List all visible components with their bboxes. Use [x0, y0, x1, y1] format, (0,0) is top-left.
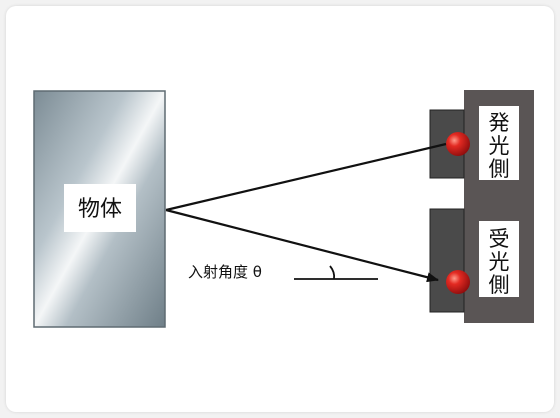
emitter-led-icon: [446, 132, 470, 156]
receiver-label-char: 光: [489, 250, 510, 274]
sensor-diagram: 物体 発 光 側 受 光 側 入射角度 θ: [33, 90, 534, 328]
sensor-unit: 発 光 側 受 光 側: [429, 90, 534, 323]
receiver-body: [429, 208, 465, 313]
emitter-label-char: 側: [489, 157, 510, 181]
emitted-ray: [165, 142, 447, 212]
angle-label: 入射角度 θ: [188, 263, 262, 281]
emitter-label-char: 光: [489, 134, 510, 158]
receiver-led-icon: [446, 270, 470, 294]
object-block: 物体: [33, 90, 166, 328]
emitter-label-char: 発: [489, 111, 510, 135]
angle-arc: [329, 265, 336, 280]
receiver-label-char: 受: [489, 227, 510, 251]
receiver-label-char: 側: [489, 273, 510, 297]
object-label: 物体: [78, 197, 122, 222]
